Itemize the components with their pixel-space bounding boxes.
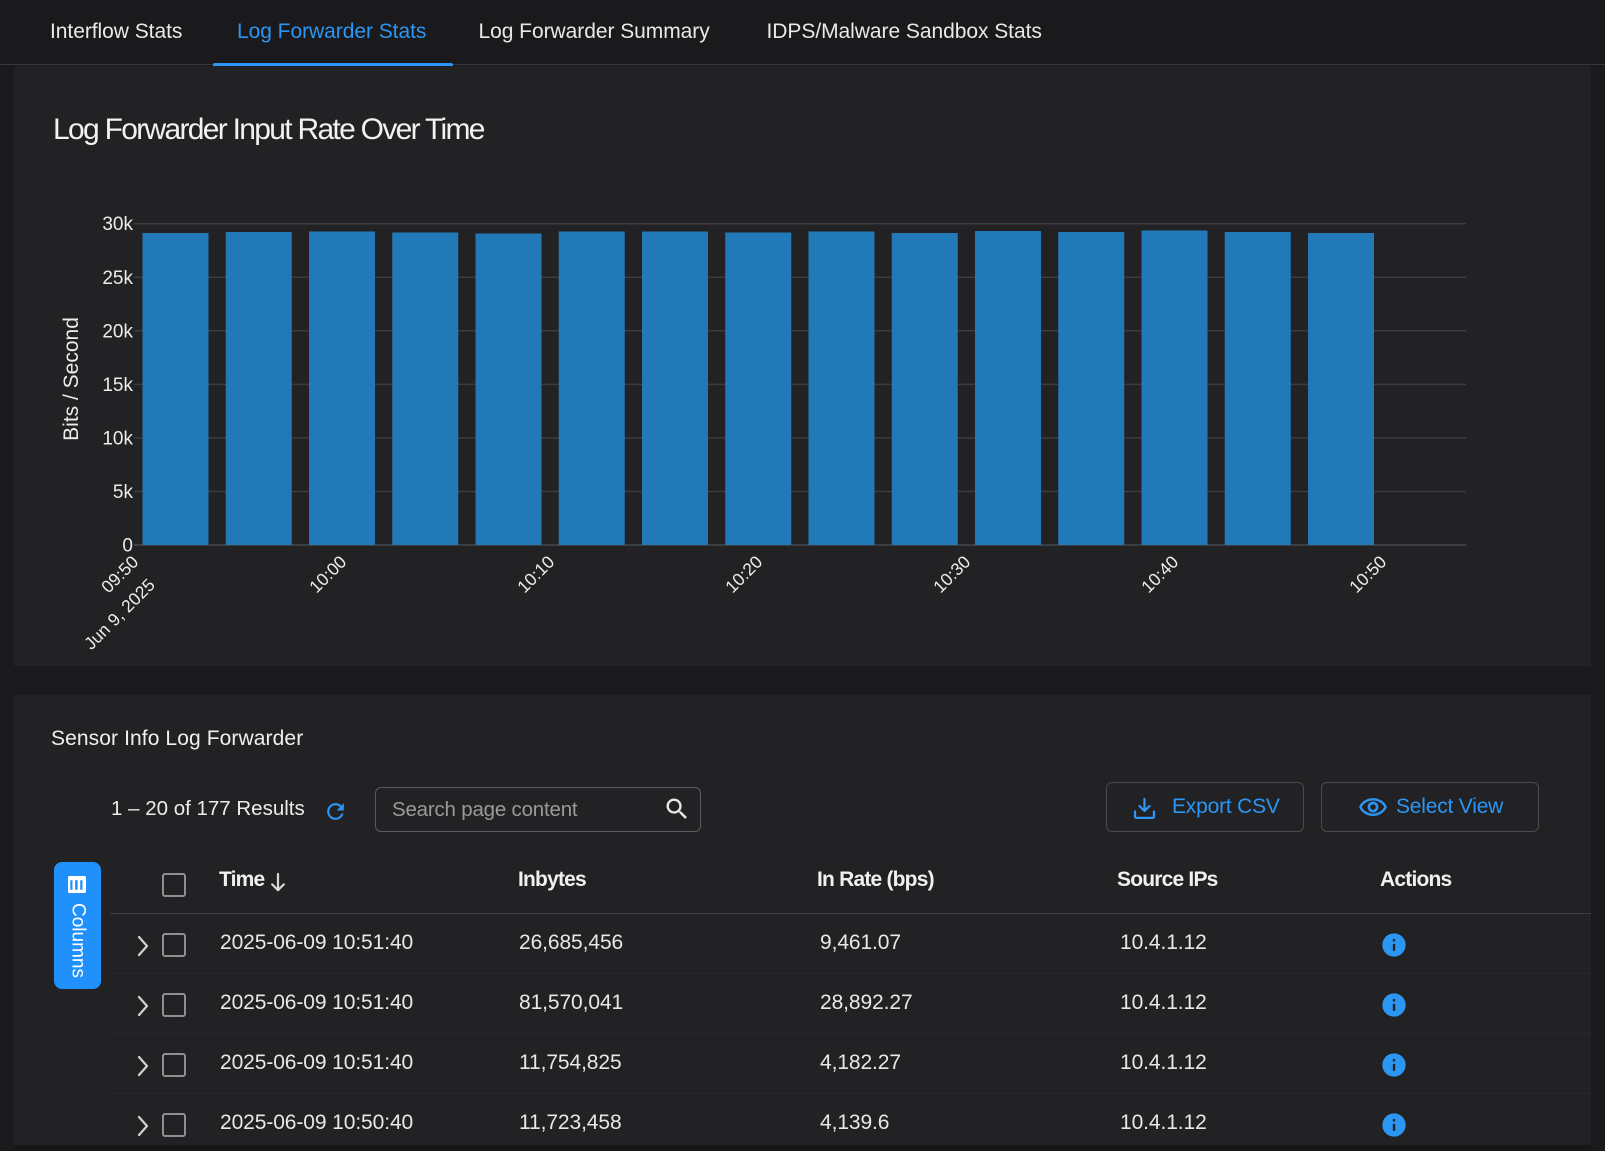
svg-text:10:10: 10:10	[513, 552, 558, 597]
svg-text:30k: 30k	[102, 214, 133, 235]
svg-text:20k: 20k	[102, 321, 133, 342]
svg-text:Bits / Second: Bits / Second	[60, 317, 83, 441]
svg-text:25k: 25k	[102, 268, 133, 289]
svg-text:10:50: 10:50	[1345, 552, 1390, 597]
svg-text:10:00: 10:00	[305, 552, 350, 597]
svg-text:10:40: 10:40	[1137, 552, 1182, 597]
svg-text:10:30: 10:30	[929, 552, 974, 597]
svg-text:10:20: 10:20	[721, 552, 766, 597]
svg-text:15k: 15k	[102, 375, 133, 396]
svg-text:10k: 10k	[102, 428, 133, 449]
svg-text:5k: 5k	[113, 482, 134, 503]
